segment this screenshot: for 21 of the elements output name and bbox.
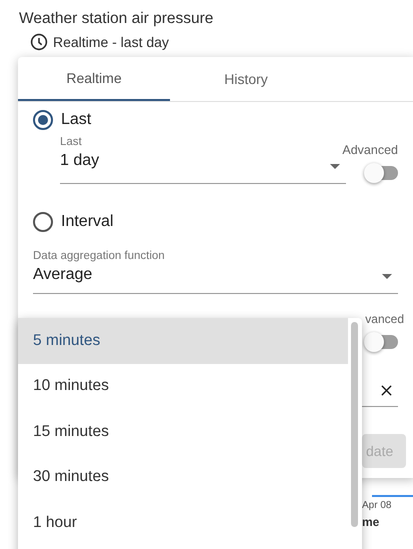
close-icon[interactable] <box>381 385 392 396</box>
tab[interactable]: Realtime <box>18 57 170 101</box>
axis-label: Apr 08 <box>362 500 392 511</box>
radio-label: Last <box>61 111 92 129</box>
clock-icon <box>30 33 48 51</box>
menu-item[interactable]: 15 minutes <box>18 409 348 454</box>
widget-title: Weather station air pressure <box>19 10 214 28</box>
radio-label: Interval <box>61 213 114 231</box>
tab[interactable]: History <box>170 57 322 101</box>
timewindow-label[interactable]: Realtime - last day <box>53 34 169 50</box>
scrollbar[interactable] <box>351 322 358 527</box>
legend-label: me <box>362 515 380 529</box>
aggregation-select[interactable]: Data aggregation function Average <box>33 242 398 294</box>
radio-button[interactable] <box>33 212 53 232</box>
menu-item[interactable]: 30 minutes <box>18 454 348 500</box>
chart-line <box>372 495 413 497</box>
menu-item[interactable]: 10 minutes <box>18 364 348 409</box>
menu-item[interactable]: 1 hour <box>18 500 348 546</box>
radio-button[interactable] <box>33 110 53 130</box>
advanced-label: vanced <box>365 312 404 326</box>
menu-item[interactable]: 5 minutes <box>18 318 348 364</box>
